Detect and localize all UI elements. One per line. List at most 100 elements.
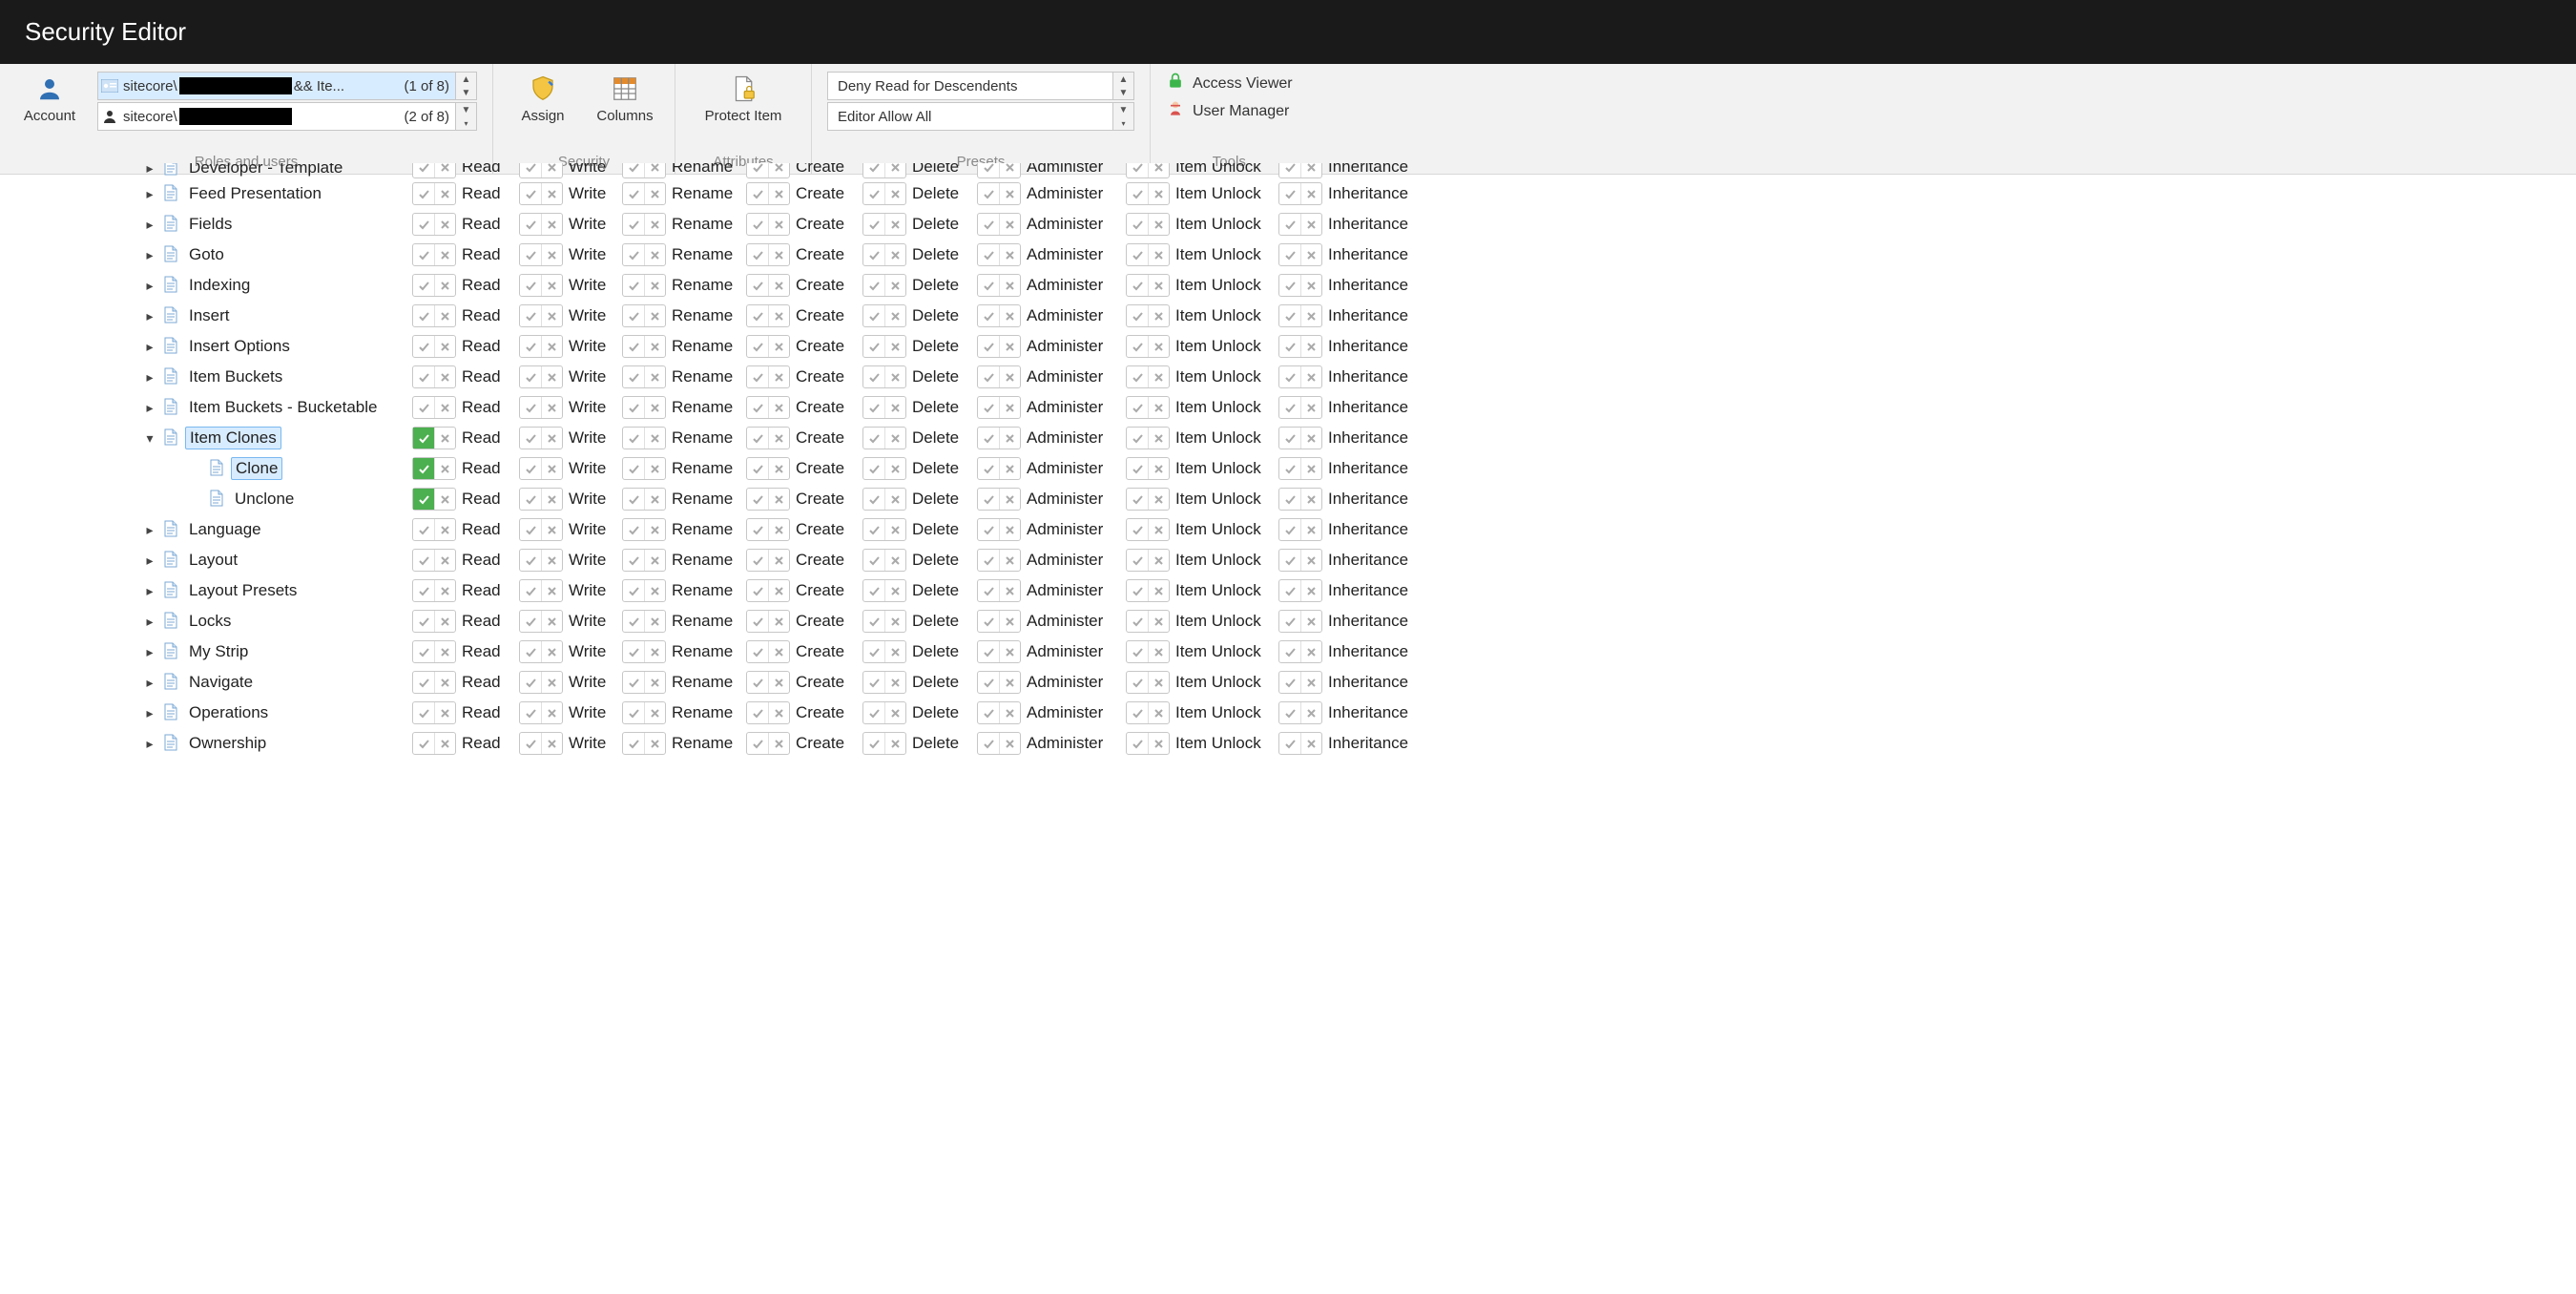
allow-half[interactable] bbox=[747, 580, 768, 601]
tree-label[interactable]: Operations bbox=[185, 702, 272, 723]
allow-half[interactable] bbox=[1279, 733, 1300, 754]
permission-toggle[interactable] bbox=[519, 640, 563, 663]
allow-half[interactable] bbox=[413, 611, 434, 632]
permission-toggle[interactable] bbox=[1126, 304, 1170, 327]
tree-cell[interactable]: ▸Insert Options bbox=[0, 336, 412, 357]
caret-right-icon[interactable]: ▸ bbox=[143, 308, 156, 324]
allow-half[interactable] bbox=[747, 702, 768, 723]
permission-toggle[interactable] bbox=[746, 427, 790, 449]
permission-toggle[interactable] bbox=[862, 518, 906, 541]
deny-half[interactable] bbox=[1300, 397, 1321, 418]
permission-toggle[interactable] bbox=[1126, 701, 1170, 724]
allow-half[interactable] bbox=[978, 458, 999, 479]
deny-half[interactable] bbox=[644, 580, 665, 601]
deny-half[interactable] bbox=[1300, 702, 1321, 723]
permission-toggle[interactable] bbox=[622, 732, 666, 755]
permission-toggle[interactable] bbox=[862, 396, 906, 419]
tree-cell[interactable]: Clone bbox=[0, 457, 412, 480]
allow-half[interactable] bbox=[978, 580, 999, 601]
allow-half[interactable] bbox=[623, 489, 644, 510]
permission-toggle[interactable] bbox=[622, 427, 666, 449]
deny-half[interactable] bbox=[1148, 672, 1169, 693]
permission-toggle[interactable] bbox=[412, 671, 456, 694]
permission-toggle[interactable] bbox=[977, 671, 1021, 694]
allow-half[interactable] bbox=[1279, 611, 1300, 632]
allow-half[interactable] bbox=[1127, 550, 1148, 571]
permission-toggle[interactable] bbox=[622, 488, 666, 511]
permission-toggle[interactable] bbox=[622, 274, 666, 297]
deny-half[interactable] bbox=[884, 305, 905, 326]
permission-toggle[interactable] bbox=[412, 396, 456, 419]
permission-toggle[interactable] bbox=[412, 488, 456, 511]
allow-half[interactable] bbox=[1127, 397, 1148, 418]
permission-toggle[interactable] bbox=[746, 365, 790, 388]
permission-toggle[interactable] bbox=[1278, 671, 1322, 694]
deny-half[interactable] bbox=[999, 163, 1020, 177]
permission-toggle[interactable] bbox=[1126, 518, 1170, 541]
permission-toggle[interactable] bbox=[746, 396, 790, 419]
deny-half[interactable] bbox=[884, 336, 905, 357]
allow-half[interactable] bbox=[520, 672, 541, 693]
deny-half[interactable] bbox=[884, 672, 905, 693]
deny-half[interactable] bbox=[884, 366, 905, 387]
allow-half[interactable] bbox=[1279, 244, 1300, 265]
deny-half[interactable] bbox=[999, 214, 1020, 235]
allow-half[interactable] bbox=[413, 244, 434, 265]
permission-toggle[interactable] bbox=[862, 163, 906, 178]
allow-half[interactable] bbox=[520, 702, 541, 723]
deny-half[interactable] bbox=[768, 244, 789, 265]
deny-half[interactable] bbox=[768, 305, 789, 326]
permission-toggle[interactable] bbox=[977, 701, 1021, 724]
permission-toggle[interactable] bbox=[1126, 213, 1170, 236]
deny-half[interactable] bbox=[999, 305, 1020, 326]
deny-half[interactable] bbox=[1148, 305, 1169, 326]
deny-half[interactable] bbox=[884, 397, 905, 418]
permission-toggle[interactable] bbox=[1126, 335, 1170, 358]
permission-toggle[interactable] bbox=[862, 213, 906, 236]
permission-toggle[interactable] bbox=[1126, 163, 1170, 178]
allow-half[interactable] bbox=[520, 305, 541, 326]
caret-right-icon[interactable]: ▸ bbox=[143, 705, 156, 721]
allow-half[interactable] bbox=[1279, 550, 1300, 571]
allow-half[interactable] bbox=[520, 336, 541, 357]
permission-toggle[interactable] bbox=[519, 213, 563, 236]
deny-half[interactable] bbox=[644, 214, 665, 235]
deny-half[interactable] bbox=[434, 489, 455, 510]
permission-toggle[interactable] bbox=[622, 396, 666, 419]
deny-half[interactable] bbox=[1148, 611, 1169, 632]
deny-half[interactable] bbox=[1148, 275, 1169, 296]
deny-half[interactable] bbox=[999, 641, 1020, 662]
allow-half[interactable] bbox=[413, 336, 434, 357]
deny-half[interactable] bbox=[768, 641, 789, 662]
allow-half[interactable] bbox=[747, 397, 768, 418]
permission-toggle[interactable] bbox=[862, 732, 906, 755]
permission-toggle[interactable] bbox=[746, 335, 790, 358]
tree-label[interactable]: Unclone bbox=[231, 489, 298, 510]
allow-half[interactable] bbox=[520, 489, 541, 510]
deny-half[interactable] bbox=[768, 489, 789, 510]
allow-half[interactable] bbox=[978, 672, 999, 693]
deny-half[interactable] bbox=[644, 305, 665, 326]
permission-toggle[interactable] bbox=[1278, 163, 1322, 178]
deny-half[interactable] bbox=[434, 305, 455, 326]
permission-toggle[interactable] bbox=[622, 671, 666, 694]
permission-toggle[interactable] bbox=[519, 610, 563, 633]
deny-half[interactable] bbox=[1148, 366, 1169, 387]
deny-half[interactable] bbox=[1300, 611, 1321, 632]
spin-down-icon[interactable]: ▼ bbox=[456, 86, 476, 99]
permission-toggle[interactable] bbox=[746, 518, 790, 541]
permission-toggle[interactable] bbox=[1126, 243, 1170, 266]
caret-right-icon[interactable]: ▸ bbox=[143, 400, 156, 416]
deny-half[interactable] bbox=[999, 489, 1020, 510]
permission-toggle[interactable] bbox=[1278, 213, 1322, 236]
allow-half[interactable] bbox=[978, 183, 999, 204]
allow-half[interactable] bbox=[1279, 428, 1300, 449]
deny-half[interactable] bbox=[1300, 580, 1321, 601]
allow-half[interactable] bbox=[978, 641, 999, 662]
allow-half[interactable] bbox=[1127, 580, 1148, 601]
allow-half[interactable] bbox=[1127, 428, 1148, 449]
permission-toggle[interactable] bbox=[519, 163, 563, 178]
allow-half[interactable] bbox=[863, 580, 884, 601]
deny-half[interactable] bbox=[1148, 519, 1169, 540]
allow-half[interactable] bbox=[863, 733, 884, 754]
